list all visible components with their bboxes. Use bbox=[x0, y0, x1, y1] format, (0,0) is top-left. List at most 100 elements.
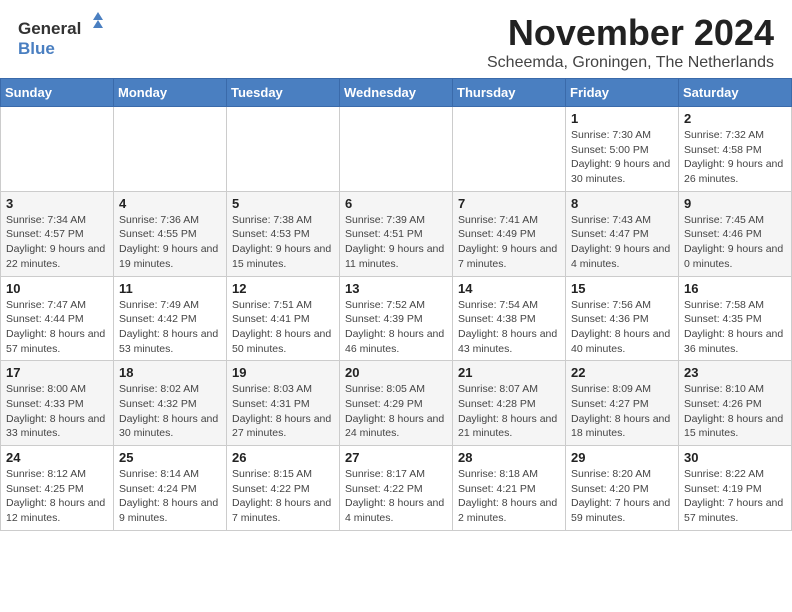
day-info: Sunrise: 8:09 AM Sunset: 4:27 PM Dayligh… bbox=[571, 382, 673, 441]
day-info: Sunrise: 7:52 AM Sunset: 4:39 PM Dayligh… bbox=[345, 298, 447, 357]
day-info: Sunrise: 7:49 AM Sunset: 4:42 PM Dayligh… bbox=[119, 298, 221, 357]
day-number: 30 bbox=[684, 450, 786, 465]
page-header: General Blue November 2024 Scheemda, Gro… bbox=[0, 0, 792, 78]
day-info: Sunrise: 7:36 AM Sunset: 4:55 PM Dayligh… bbox=[119, 213, 221, 272]
day-info: Sunrise: 7:39 AM Sunset: 4:51 PM Dayligh… bbox=[345, 213, 447, 272]
day-info: Sunrise: 8:12 AM Sunset: 4:25 PM Dayligh… bbox=[6, 467, 108, 526]
calendar-cell: 14 Sunrise: 7:54 AM Sunset: 4:38 PM Dayli… bbox=[453, 276, 566, 361]
calendar-table: SundayMondayTuesdayWednesdayThursdayFrid… bbox=[0, 78, 792, 531]
weekday-header-sunday: Sunday bbox=[1, 79, 114, 107]
calendar-cell: 30 Sunrise: 8:22 AM Sunset: 4:19 PM Dayli… bbox=[679, 446, 792, 531]
calendar-cell: 27 Sunrise: 8:17 AM Sunset: 4:22 PM Dayli… bbox=[340, 446, 453, 531]
day-number: 11 bbox=[119, 281, 221, 296]
location-subtitle: Scheemda, Groningen, The Netherlands bbox=[487, 54, 774, 72]
day-info: Sunrise: 7:51 AM Sunset: 4:41 PM Dayligh… bbox=[232, 298, 334, 357]
weekday-header-friday: Friday bbox=[566, 79, 679, 107]
day-number: 8 bbox=[571, 196, 673, 211]
logo-svg: General Blue bbox=[18, 12, 108, 62]
day-info: Sunrise: 7:54 AM Sunset: 4:38 PM Dayligh… bbox=[458, 298, 560, 357]
calendar-cell: 26 Sunrise: 8:15 AM Sunset: 4:22 PM Dayli… bbox=[227, 446, 340, 531]
calendar-week-3: 10 Sunrise: 7:47 AM Sunset: 4:44 PM Dayli… bbox=[1, 276, 792, 361]
day-number: 2 bbox=[684, 111, 786, 126]
calendar-cell: 17Sunrise: 8:00 AM Sunset: 4:33 PM Dayli… bbox=[1, 361, 114, 446]
calendar-cell: 8 Sunrise: 7:43 AM Sunset: 4:47 PM Daylig… bbox=[566, 191, 679, 276]
day-number: 21 bbox=[458, 365, 560, 380]
calendar-cell: 6 Sunrise: 7:39 AM Sunset: 4:51 PM Daylig… bbox=[340, 191, 453, 276]
day-info: Sunrise: 8:15 AM Sunset: 4:22 PM Dayligh… bbox=[232, 467, 334, 526]
calendar-cell: 13 Sunrise: 7:52 AM Sunset: 4:39 PM Dayli… bbox=[340, 276, 453, 361]
calendar-cell: 11 Sunrise: 7:49 AM Sunset: 4:42 PM Dayli… bbox=[114, 276, 227, 361]
calendar-cell: 4 Sunrise: 7:36 AM Sunset: 4:55 PM Daylig… bbox=[114, 191, 227, 276]
day-info: Sunrise: 8:17 AM Sunset: 4:22 PM Dayligh… bbox=[345, 467, 447, 526]
day-number: 25 bbox=[119, 450, 221, 465]
calendar-cell: 21 Sunrise: 8:07 AM Sunset: 4:28 PM Dayli… bbox=[453, 361, 566, 446]
calendar-cell bbox=[1, 107, 114, 192]
day-info: Sunrise: 8:18 AM Sunset: 4:21 PM Dayligh… bbox=[458, 467, 560, 526]
day-number: 1 bbox=[571, 111, 673, 126]
day-info: Sunrise: 7:45 AM Sunset: 4:46 PM Dayligh… bbox=[684, 213, 786, 272]
day-number: 7 bbox=[458, 196, 560, 211]
calendar-body: 1Sunrise: 7:30 AM Sunset: 5:00 PM Daylig… bbox=[1, 107, 792, 531]
day-number: 5 bbox=[232, 196, 334, 211]
day-number: 9 bbox=[684, 196, 786, 211]
weekday-header-saturday: Saturday bbox=[679, 79, 792, 107]
calendar-cell: 7Sunrise: 7:41 AM Sunset: 4:49 PM Daylig… bbox=[453, 191, 566, 276]
calendar-cell: 25 Sunrise: 8:14 AM Sunset: 4:24 PM Dayli… bbox=[114, 446, 227, 531]
calendar-header: SundayMondayTuesdayWednesdayThursdayFrid… bbox=[1, 79, 792, 107]
calendar-cell: 23 Sunrise: 8:10 AM Sunset: 4:26 PM Dayli… bbox=[679, 361, 792, 446]
calendar-cell: 19 Sunrise: 8:03 AM Sunset: 4:31 PM Dayli… bbox=[227, 361, 340, 446]
day-info: Sunrise: 8:05 AM Sunset: 4:29 PM Dayligh… bbox=[345, 382, 447, 441]
day-number: 23 bbox=[684, 365, 786, 380]
calendar-week-1: 1Sunrise: 7:30 AM Sunset: 5:00 PM Daylig… bbox=[1, 107, 792, 192]
day-number: 28 bbox=[458, 450, 560, 465]
day-number: 12 bbox=[232, 281, 334, 296]
calendar-cell: 18 Sunrise: 8:02 AM Sunset: 4:32 PM Dayli… bbox=[114, 361, 227, 446]
day-info: Sunrise: 7:56 AM Sunset: 4:36 PM Dayligh… bbox=[571, 298, 673, 357]
calendar-cell bbox=[453, 107, 566, 192]
day-number: 27 bbox=[345, 450, 447, 465]
calendar-cell: 9 Sunrise: 7:45 AM Sunset: 4:46 PM Daylig… bbox=[679, 191, 792, 276]
weekday-row: SundayMondayTuesdayWednesdayThursdayFrid… bbox=[1, 79, 792, 107]
weekday-header-monday: Monday bbox=[114, 79, 227, 107]
day-number: 16 bbox=[684, 281, 786, 296]
day-info: Sunrise: 7:47 AM Sunset: 4:44 PM Dayligh… bbox=[6, 298, 108, 357]
day-info: Sunrise: 8:14 AM Sunset: 4:24 PM Dayligh… bbox=[119, 467, 221, 526]
day-number: 6 bbox=[345, 196, 447, 211]
calendar-cell bbox=[227, 107, 340, 192]
calendar-cell: 16Sunrise: 7:58 AM Sunset: 4:35 PM Dayli… bbox=[679, 276, 792, 361]
day-info: Sunrise: 8:07 AM Sunset: 4:28 PM Dayligh… bbox=[458, 382, 560, 441]
day-number: 19 bbox=[232, 365, 334, 380]
calendar-cell: 15 Sunrise: 7:56 AM Sunset: 4:36 PM Dayli… bbox=[566, 276, 679, 361]
day-info: Sunrise: 8:22 AM Sunset: 4:19 PM Dayligh… bbox=[684, 467, 786, 526]
day-number: 14 bbox=[458, 281, 560, 296]
day-info: Sunrise: 8:03 AM Sunset: 4:31 PM Dayligh… bbox=[232, 382, 334, 441]
calendar-cell: 29Sunrise: 8:20 AM Sunset: 4:20 PM Dayli… bbox=[566, 446, 679, 531]
day-info: Sunrise: 8:02 AM Sunset: 4:32 PM Dayligh… bbox=[119, 382, 221, 441]
day-number: 13 bbox=[345, 281, 447, 296]
day-info: Sunrise: 8:10 AM Sunset: 4:26 PM Dayligh… bbox=[684, 382, 786, 441]
calendar-cell bbox=[340, 107, 453, 192]
calendar-cell: 12 Sunrise: 7:51 AM Sunset: 4:41 PM Dayli… bbox=[227, 276, 340, 361]
title-block: November 2024 Scheemda, Groningen, The N… bbox=[487, 12, 774, 72]
day-info: Sunrise: 7:38 AM Sunset: 4:53 PM Dayligh… bbox=[232, 213, 334, 272]
day-info: Sunrise: 7:32 AM Sunset: 4:58 PM Dayligh… bbox=[684, 128, 786, 187]
day-number: 20 bbox=[345, 365, 447, 380]
calendar-cell: 22 Sunrise: 8:09 AM Sunset: 4:27 PM Dayli… bbox=[566, 361, 679, 446]
day-number: 10 bbox=[6, 281, 108, 296]
day-number: 22 bbox=[571, 365, 673, 380]
calendar-cell bbox=[114, 107, 227, 192]
day-number: 3 bbox=[6, 196, 108, 211]
svg-text:General: General bbox=[18, 19, 81, 38]
day-number: 18 bbox=[119, 365, 221, 380]
calendar-cell: 28 Sunrise: 8:18 AM Sunset: 4:21 PM Dayli… bbox=[453, 446, 566, 531]
weekday-header-wednesday: Wednesday bbox=[340, 79, 453, 107]
calendar-week-4: 17Sunrise: 8:00 AM Sunset: 4:33 PM Dayli… bbox=[1, 361, 792, 446]
calendar-cell: 1Sunrise: 7:30 AM Sunset: 5:00 PM Daylig… bbox=[566, 107, 679, 192]
day-number: 4 bbox=[119, 196, 221, 211]
day-number: 15 bbox=[571, 281, 673, 296]
day-number: 26 bbox=[232, 450, 334, 465]
day-number: 29 bbox=[571, 450, 673, 465]
day-number: 17 bbox=[6, 365, 108, 380]
svg-text:Blue: Blue bbox=[18, 39, 55, 58]
day-info: Sunrise: 7:43 AM Sunset: 4:47 PM Dayligh… bbox=[571, 213, 673, 272]
